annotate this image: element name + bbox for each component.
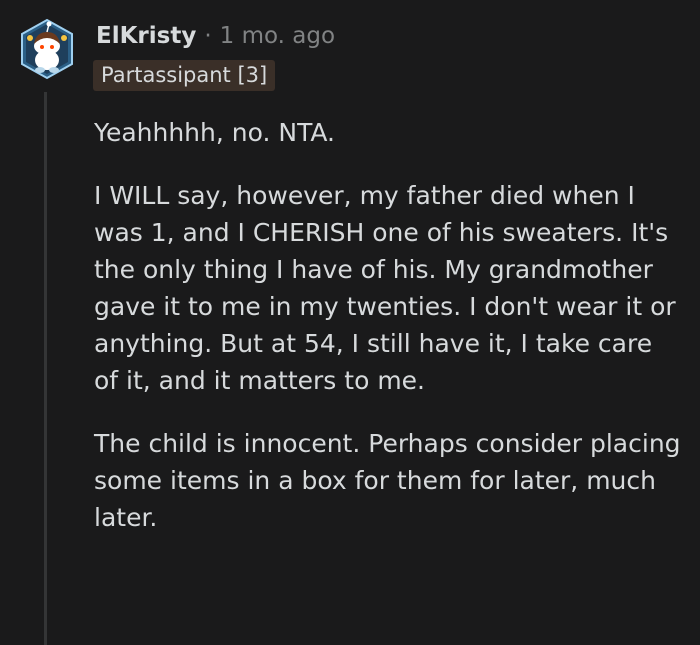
comment-paragraph: The child is innocent. Perhaps consider …: [94, 429, 681, 532]
meta-separator: ·: [204, 23, 212, 49]
thread-collapse-line[interactable]: [44, 92, 47, 645]
user-flair-badge: Partassipant [3]: [93, 60, 276, 91]
comment-header: ElKristy · 1 mo. ago: [96, 20, 335, 52]
comment-timestamp[interactable]: 1 mo. ago: [220, 23, 335, 49]
comment-body: Yeahhhhh, no. NTA. I WILL say, however, …: [94, 114, 684, 562]
comment-paragraph: Yeahhhhh, no. NTA.: [94, 118, 336, 147]
snoo-avatar-icon[interactable]: [18, 16, 76, 82]
comment: ElKristy · 1 mo. ago Partassipant [3] Ye…: [0, 0, 700, 645]
username-link[interactable]: ElKristy: [96, 23, 196, 49]
comment-paragraph: I WILL say, however, my father died when…: [94, 181, 676, 395]
